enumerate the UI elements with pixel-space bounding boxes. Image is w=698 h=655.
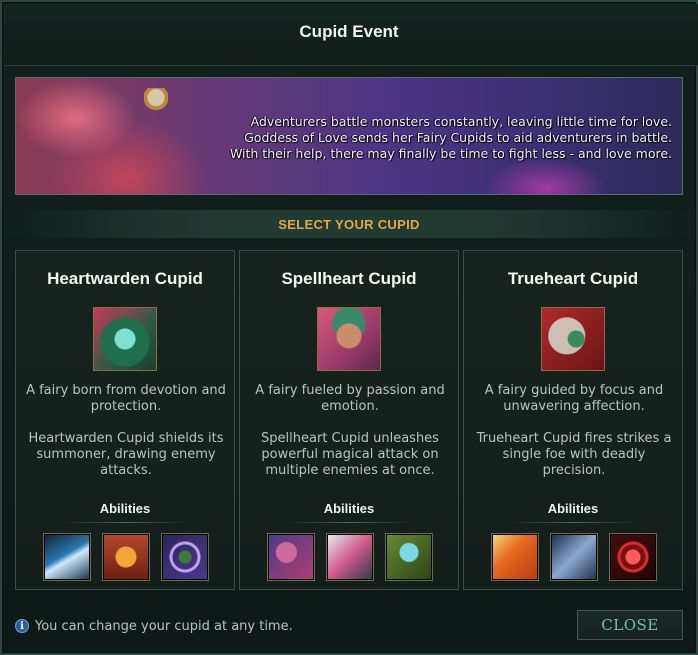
swirl-ability-icon[interactable] (161, 533, 209, 581)
heartwarden-portrait-icon (93, 307, 157, 371)
abilities-label: Abilities (323, 501, 375, 516)
abilities-divider (285, 522, 415, 523)
cupid-card-trueheart[interactable]: Trueheart Cupid A fairy guided by focus … (463, 250, 683, 590)
mage-ability-icon[interactable] (267, 533, 315, 581)
abilities-label: Abilities (99, 501, 151, 516)
info-text: You can change your cupid at any time. (35, 618, 293, 634)
banner-story-text: Adventurers battle monsters constantly, … (152, 114, 672, 162)
spellheart-portrait-icon (317, 307, 381, 371)
cupid-name: Trueheart Cupid (507, 269, 639, 288)
cupid-card-heartwarden[interactable]: Heartwarden Cupid A fairy born from devo… (15, 250, 235, 590)
abilities-divider (509, 522, 639, 523)
cupid-card-spellheart[interactable]: Spellheart Cupid A fairy fueled by passi… (239, 250, 459, 590)
trueheart-portrait-icon (541, 307, 605, 371)
banner-line: With their help, there may finally be ti… (229, 146, 672, 161)
cupid-tagline: A fairy fueled by passion and emotion. (255, 383, 445, 414)
section-header: SELECT YOUR CUPID (278, 217, 420, 232)
blade-ability-icon[interactable] (43, 533, 91, 581)
heart-ability-icon[interactable] (385, 533, 433, 581)
bolt-ability-icon[interactable] (550, 533, 598, 581)
abilities-row (43, 533, 209, 581)
cupid-name: Heartwarden Cupid (47, 269, 203, 288)
info-icon: i (15, 619, 29, 633)
cupid-description: Heartwarden Cupid shields its summoner, … (28, 431, 224, 478)
cupid-description: Spellheart Cupid unleashes powerful magi… (261, 431, 439, 478)
footer-info: i You can change your cupid at any time. (15, 618, 293, 634)
banner-line: Goddess of Love sends her Fairy Cupids t… (244, 130, 672, 145)
event-banner: Adventurers battle monsters constantly, … (15, 77, 683, 195)
window-title: Cupid Event (299, 22, 399, 41)
abilities-row (267, 533, 433, 581)
cupid-description: Trueheart Cupid fires strikes a single f… (476, 431, 672, 478)
abilities-row (491, 533, 657, 581)
banner-line: Adventurers battle monsters constantly, … (250, 114, 672, 129)
fairy-ward-ability-icon[interactable] (102, 533, 150, 581)
cupid-tagline: A fairy born from devotion and protectio… (26, 383, 226, 414)
cupid-name: Spellheart Cupid (281, 269, 417, 288)
arrow-ability-icon[interactable] (491, 533, 539, 581)
dash-ability-icon[interactable] (326, 533, 374, 581)
abilities-divider (61, 522, 191, 523)
close-button[interactable]: CLOSE (577, 610, 683, 640)
abilities-label: Abilities (547, 501, 599, 516)
target-ability-icon[interactable] (609, 533, 657, 581)
cupid-tagline: A fairy guided by focus and unwavering a… (484, 383, 664, 414)
